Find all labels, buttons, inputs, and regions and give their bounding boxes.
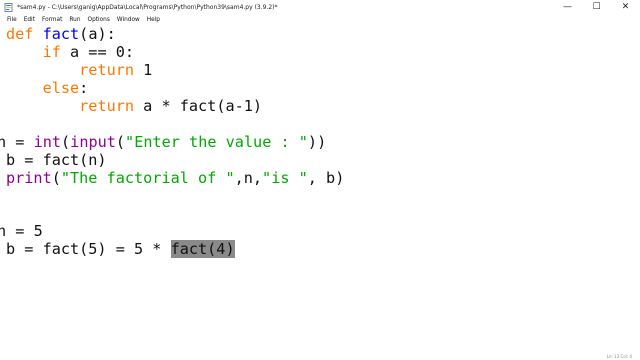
maximize-icon[interactable]: ☐ xyxy=(582,0,611,14)
code-line-2: if a == 0: xyxy=(6,43,134,61)
python-file-icon xyxy=(4,2,13,12)
code-text-token: b = fact(n) xyxy=(6,151,107,169)
string-token: "is " xyxy=(262,169,308,187)
builtin-token: print xyxy=(6,169,52,187)
code-editor[interactable]: def fact(a): if a == 0: return 1 else: r… xyxy=(0,25,632,355)
paren-token: ( xyxy=(61,133,71,151)
title-bar: *sam4.py - C:\Users\ganig\AppData\Local\… xyxy=(0,0,640,14)
code-text-token: ,n, xyxy=(234,169,263,187)
indent-token xyxy=(6,97,79,115)
menu-edit[interactable]: Edit xyxy=(24,17,35,23)
status-bar: Ln: 13 Col: 0 xyxy=(0,354,640,360)
menu-bar: File Edit Format Run Options Window Help xyxy=(0,14,640,25)
close-icon[interactable]: ✕ xyxy=(611,0,640,14)
keyword-token: if xyxy=(42,43,61,61)
builtin-token: int xyxy=(33,133,62,151)
keyword-token: else xyxy=(42,79,80,97)
code-line-5: return a * fact(a-1) xyxy=(6,97,262,115)
window-title: *sam4.py - C:\Users\ganig\AppData\Local\… xyxy=(17,3,278,11)
code-line-7: b = fact(n) xyxy=(6,151,107,169)
code-text-token: (a): xyxy=(79,25,116,43)
indent-token xyxy=(6,61,79,79)
code-text-token: a * fact(a-1) xyxy=(134,97,263,115)
indent-token xyxy=(6,43,43,61)
menu-run[interactable]: Run xyxy=(69,17,80,23)
code-line-3: return 1 xyxy=(6,61,152,79)
indent-token xyxy=(6,79,43,97)
keyword-token: return xyxy=(79,61,135,79)
code-text-token: n = xyxy=(0,133,34,151)
window-controls: — ☐ ✕ xyxy=(553,0,640,14)
code-line-10: b = fact(5) = 5 * fact(4) xyxy=(6,240,235,258)
string-token: "Enter the value : " xyxy=(125,133,308,151)
code-text-token: b = fact(5) = 5 * xyxy=(6,240,171,258)
code-text-token: 1 xyxy=(134,61,153,79)
paren-token: ( xyxy=(115,133,126,151)
keyword-token: def xyxy=(6,25,34,43)
code-line-8: print("The factorial of ",n,"is ", b) xyxy=(6,169,344,187)
keyword-token: return xyxy=(79,97,135,115)
paren-token: ( xyxy=(51,169,61,187)
code-line-1: def fact(a): xyxy=(6,25,116,43)
builtin-token: input xyxy=(70,133,116,151)
selected-text[interactable]: fact(4) xyxy=(170,240,235,258)
menu-window[interactable]: Window xyxy=(117,17,140,23)
function-name-token: fact xyxy=(42,25,80,43)
code-line-9: n = 5 xyxy=(0,222,43,240)
menu-file[interactable]: File xyxy=(7,17,17,23)
menu-format[interactable]: Format xyxy=(42,17,62,23)
menu-help[interactable]: Help xyxy=(147,17,160,23)
cursor-position: Ln: 13 Col: 0 xyxy=(606,354,632,359)
vertical-scrollbar[interactable] xyxy=(632,25,640,355)
code-text-token: : xyxy=(79,79,89,97)
menu-options[interactable]: Options xyxy=(88,17,110,23)
code-text-token: n = 5 xyxy=(0,222,43,240)
string-token: "The factorial of " xyxy=(60,169,235,187)
code-line-6: n = int(input("Enter the value : ")) xyxy=(0,133,326,151)
paren-token: )) xyxy=(307,133,327,151)
minimize-icon[interactable]: — xyxy=(553,0,582,14)
code-line-4: else: xyxy=(6,79,89,97)
code-text-token: a == 0: xyxy=(60,43,135,61)
code-text-token: , b) xyxy=(307,169,345,187)
